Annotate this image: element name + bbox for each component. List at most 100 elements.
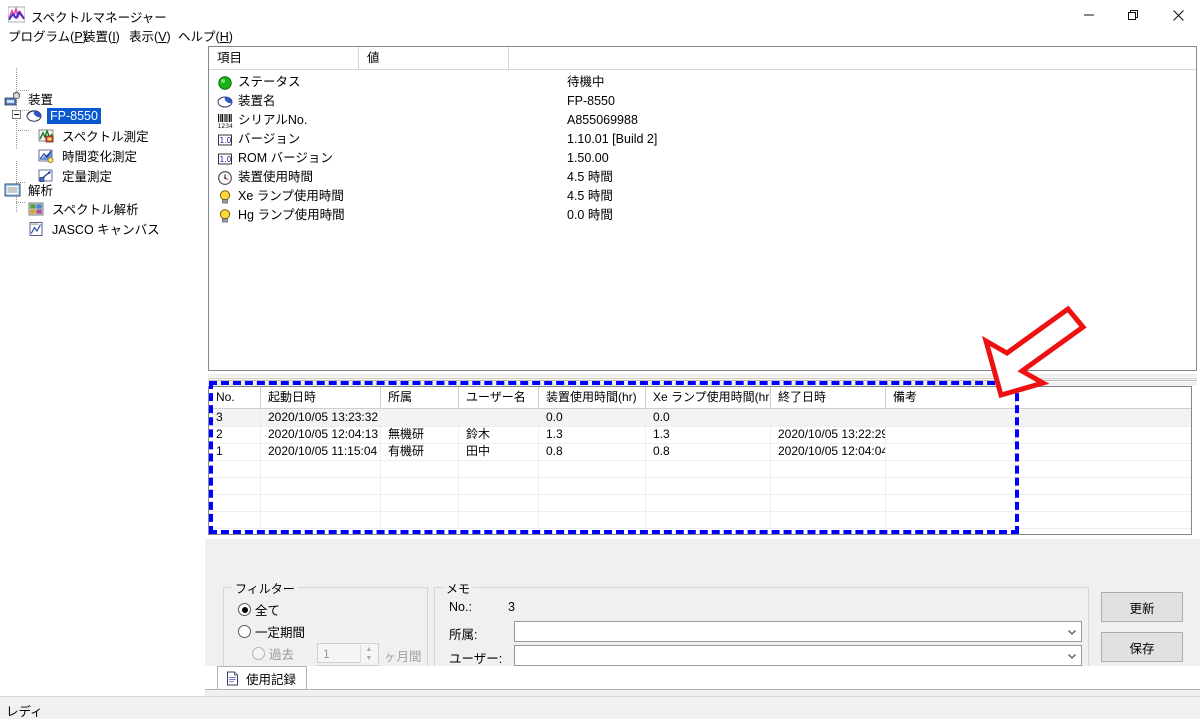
tree-label: 定量測定 — [59, 165, 115, 186]
cell-department — [381, 409, 459, 426]
property-label: 装置使用時間 — [238, 168, 313, 187]
table-row-empty[interactable] — [209, 494, 1191, 512]
property-row-status[interactable]: ステータス 待機中 — [209, 73, 1196, 92]
save-button-label: 保存 — [1129, 638, 1154, 657]
table-row[interactable]: 2 2020/10/05 12:04:13 無機研 鈴木 1.3 1.3 202… — [209, 426, 1191, 444]
instrument-properties-list[interactable]: 項目 値 ステータス 待機中 — [208, 46, 1197, 371]
canvas-icon — [28, 221, 45, 237]
tree-label: JASCO キャンバス — [49, 218, 163, 239]
property-label: ステータス — [238, 73, 301, 92]
property-row-version[interactable]: 1.0 バージョン 1.10.01 [Build 2] — [209, 130, 1196, 149]
cell-xe-hours: 1.3 — [646, 426, 771, 443]
update-button[interactable]: 更新 — [1101, 592, 1183, 622]
cell-start: 2020/10/05 13:23:32 — [261, 409, 381, 426]
property-value: FP-8550 — [567, 92, 615, 111]
memo-department-combobox[interactable] — [514, 621, 1082, 642]
property-row-device-name[interactable]: 装置名 FP-8550 — [209, 92, 1196, 111]
property-value: 4.5 時間 — [567, 168, 613, 187]
clock-icon — [217, 170, 233, 186]
tree-expander-fp8550[interactable] — [12, 110, 21, 119]
radio-indicator — [252, 647, 265, 660]
memo-group-label: メモ — [443, 580, 473, 597]
spinner-arrows[interactable]: ▲ ▼ — [360, 645, 377, 663]
property-row-serial-no[interactable]: 1234 シリアルNo. A855069988 — [209, 111, 1196, 130]
chevron-down-icon: ▼ — [361, 654, 377, 663]
tree-item-spectra-analysis[interactable]: スペクトル解析 — [28, 199, 142, 218]
device-icon — [217, 94, 233, 110]
properties-column-item[interactable]: 項目 — [209, 47, 359, 69]
cell-device-hours: 0.8 — [539, 443, 646, 460]
application-window: スペクトルマネージャー プログラム(P) 装置(I) 表示(V) ヘルプ(H) — [0, 0, 1200, 718]
instrument-icon — [4, 91, 21, 107]
usage-record-table[interactable]: No. 起動日時 所属 ユーザー名 装置使用時間(hr) Xe ランプ使用時間(… — [208, 386, 1192, 535]
spectra-analysis-icon — [28, 201, 45, 217]
column-header-device-hours[interactable]: 装置使用時間(hr) — [539, 387, 646, 408]
tree-label: 解析 — [25, 179, 56, 200]
cell-filler — [1016, 443, 1191, 460]
cell-device-hours: 0.0 — [539, 409, 646, 426]
table-row-empty[interactable] — [209, 460, 1191, 478]
radio-period[interactable]: 一定期間 — [238, 622, 305, 641]
column-header-end-datetime[interactable]: 終了日時 — [771, 387, 886, 408]
property-value: 1.50.00 — [567, 149, 609, 168]
horizontal-splitter[interactable] — [208, 374, 1197, 386]
column-header-department[interactable]: 所属 — [381, 387, 459, 408]
cell-department: 無機研 — [381, 426, 459, 443]
table-row-empty[interactable] — [209, 511, 1191, 529]
table-row-empty[interactable] — [209, 477, 1191, 495]
tree-label: FP-8550 — [47, 108, 101, 124]
tree-label: スペクトル測定 — [59, 125, 152, 146]
properties-column-value[interactable]: 値 — [359, 47, 509, 69]
tree-item-fp-8550[interactable]: FP-8550 — [26, 106, 101, 125]
tab-usage-record[interactable]: 使用記録 — [217, 666, 307, 689]
column-header-no[interactable]: No. — [209, 387, 261, 408]
radio-past-months[interactable]: 過去 — [252, 644, 294, 663]
tree-item-analysis[interactable]: 解析 — [4, 180, 56, 199]
cell-no: 2 — [209, 426, 261, 443]
tab-strip: 使用記録 — [205, 666, 1200, 690]
property-row-hg-lamp-hours[interactable]: Hg ランプ使用時間 0.0 時間 — [209, 206, 1196, 225]
client-area: 装置 FP-8550 — [0, 44, 1200, 696]
update-button-label: 更新 — [1129, 598, 1154, 617]
property-value: A855069988 — [567, 111, 638, 130]
column-header-start-datetime[interactable]: 起動日時 — [261, 387, 381, 408]
table-header-row: No. 起動日時 所属 ユーザー名 装置使用時間(hr) Xe ランプ使用時間(… — [209, 387, 1191, 409]
cell-device-hours: 1.3 — [539, 426, 646, 443]
table-row[interactable]: 1 2020/10/05 11:15:04 有機研 田中 0.8 0.8 202… — [209, 443, 1191, 461]
save-button[interactable]: 保存 — [1101, 632, 1183, 662]
status-text: レディ — [6, 701, 43, 720]
property-label: Hg ランプ使用時間 — [238, 206, 345, 225]
tree-item-time-course-measurement[interactable]: 時間変化測定 — [38, 146, 140, 165]
memo-no-label: No.: — [449, 600, 472, 614]
cell-filler — [1016, 409, 1191, 426]
property-label: バージョン — [238, 130, 300, 149]
column-header-xe-lamp-hours[interactable]: Xe ランプ使用時間(hr) — [646, 387, 771, 408]
property-value: 4.5 時間 — [567, 187, 613, 206]
cell-note — [886, 443, 1016, 460]
column-header-note[interactable]: 備考 — [886, 387, 1016, 408]
months-value: 1 — [323, 645, 330, 663]
svg-text:1234: 1234 — [218, 123, 233, 129]
memo-user-combobox[interactable] — [514, 645, 1082, 666]
property-row-xe-lamp-hours[interactable]: Xe ランプ使用時間 4.5 時間 — [209, 187, 1196, 206]
column-header-user-name[interactable]: ユーザー名 — [459, 387, 539, 408]
property-label: ROM バージョン — [238, 149, 333, 168]
radio-all[interactable]: 全て — [238, 600, 280, 619]
status-bar: レディ — [0, 696, 1200, 719]
cell-end: 2020/10/05 12:04:04 — [771, 443, 886, 460]
property-row-device-usage-hours[interactable]: 装置使用時間 4.5 時間 — [209, 168, 1196, 187]
document-icon — [225, 671, 240, 686]
cell-end — [771, 409, 886, 426]
cell-user — [459, 409, 539, 426]
cell-user: 田中 — [459, 443, 539, 460]
navigation-tree[interactable]: 装置 FP-8550 — [0, 44, 205, 696]
table-row[interactable]: 3 2020/10/05 13:23:32 0.0 0.0 — [209, 409, 1191, 427]
chevron-down-icon — [1066, 626, 1078, 638]
tree-item-spectrum-measurement[interactable]: スペクトル測定 — [38, 126, 152, 145]
property-row-rom-version[interactable]: 1.0 ROM バージョン 1.50.00 — [209, 149, 1196, 168]
tree-item-jasco-canvas[interactable]: JASCO キャンバス — [28, 219, 163, 238]
column-header-filler — [1016, 387, 1191, 408]
status-green-circle-icon — [217, 75, 233, 91]
months-spinner[interactable]: 1 ▲ ▼ — [317, 643, 379, 663]
cell-start: 2020/10/05 11:15:04 — [261, 443, 381, 460]
